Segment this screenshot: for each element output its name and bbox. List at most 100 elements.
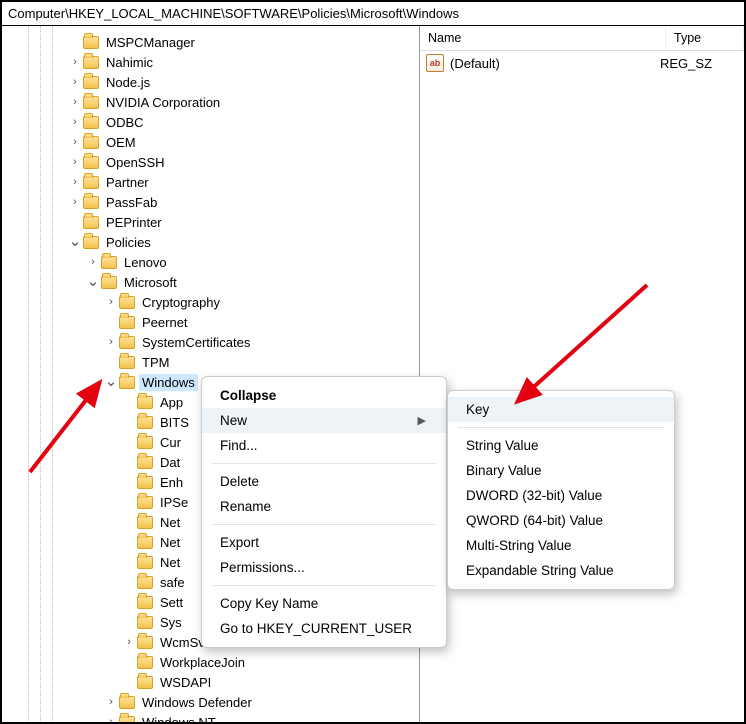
tree-node[interactable]: ⌄ Microsoft [2, 272, 419, 292]
tree-node-label[interactable]: SystemCertificates [139, 334, 253, 351]
chevron-right-icon[interactable]: › [104, 296, 118, 308]
tree-node-label[interactable]: Sett [157, 594, 186, 611]
ctx-goto-hkcu[interactable]: Go to HKEY_CURRENT_USER [202, 616, 446, 641]
tree-node-label[interactable]: Windows NT [139, 714, 219, 723]
chevron-right-icon[interactable]: › [68, 96, 82, 108]
tree-node-label[interactable]: BITS [157, 414, 192, 431]
list-header[interactable]: Name Type [420, 26, 744, 51]
tree-node-label[interactable]: OEM [103, 134, 139, 151]
chevron-down-icon[interactable]: ⌄ [68, 238, 82, 246]
ctx-new-binary[interactable]: Binary Value [448, 458, 674, 483]
list-row[interactable]: ab (Default) REG_SZ [420, 51, 744, 75]
chevron-right-icon[interactable]: › [68, 56, 82, 68]
tree-node-label[interactable]: WSDAPI [157, 674, 214, 691]
chevron-right-icon[interactable]: › [68, 176, 82, 188]
chevron-right-icon[interactable]: › [68, 156, 82, 168]
folder-icon [119, 316, 135, 329]
ctx-new-dword[interactable]: DWORD (32-bit) Value [448, 483, 674, 508]
tree-node-label[interactable]: Partner [103, 174, 152, 191]
tree-node-label[interactable]: IPSe [157, 494, 191, 511]
tree-node-label[interactable]: PassFab [103, 194, 160, 211]
tree-node-label[interactable]: Dat [157, 454, 183, 471]
ctx-find[interactable]: Find... [202, 433, 446, 458]
tree-node[interactable]: › Windows Defender [2, 692, 419, 712]
tree-node-label[interactable]: App [157, 394, 186, 411]
ctx-delete[interactable]: Delete [202, 469, 446, 494]
col-header-type[interactable]: Type [666, 26, 744, 50]
chevron-right-icon[interactable]: › [104, 696, 118, 708]
tree-node-label[interactable]: OpenSSH [103, 154, 168, 171]
chevron-right-icon[interactable]: › [68, 136, 82, 148]
context-menu[interactable]: Collapse New ▶ Find... Delete Rename Exp… [201, 376, 447, 648]
tree-node-label[interactable]: Net [157, 534, 183, 551]
address-bar[interactable]: Computer\HKEY_LOCAL_MACHINE\SOFTWARE\Pol… [2, 2, 744, 26]
tree-node[interactable]: WSDAPI [2, 672, 419, 692]
tree-node[interactable]: › Lenovo [2, 252, 419, 272]
context-submenu-new[interactable]: Key String Value Binary Value DWORD (32-… [447, 390, 675, 590]
tree-node-label[interactable]: Sys [157, 614, 185, 631]
ctx-copy-key-name[interactable]: Copy Key Name [202, 591, 446, 616]
tree-node-label[interactable]: ODBC [103, 114, 147, 131]
value-type: REG_SZ [660, 56, 738, 71]
ctx-new[interactable]: New ▶ [202, 408, 446, 433]
tree-node[interactable]: › OEM [2, 132, 419, 152]
folder-icon [83, 116, 99, 129]
tree-node-label[interactable]: Nahimic [103, 54, 156, 71]
col-header-name[interactable]: Name [420, 26, 666, 50]
ctx-new-key[interactable]: Key [448, 397, 674, 422]
tree-node-label[interactable]: Cryptography [139, 294, 223, 311]
tree-node-label[interactable]: Lenovo [121, 254, 170, 271]
tree-node[interactable]: › PassFab [2, 192, 419, 212]
tree-node[interactable]: › Windows NT [2, 712, 419, 722]
values-pane[interactable]: Name Type ab (Default) REG_SZ [420, 26, 744, 722]
chevron-down-icon[interactable]: ⌄ [86, 278, 100, 286]
chevron-right-icon[interactable]: › [104, 336, 118, 348]
tree-node-label[interactable]: WorkplaceJoin [157, 654, 248, 671]
tree-node-label[interactable]: NVIDIA Corporation [103, 94, 223, 111]
ctx-new-multi[interactable]: Multi-String Value [448, 533, 674, 558]
tree-node-label[interactable]: MSPCManager [103, 34, 198, 51]
tree-node[interactable]: ⌄ Policies [2, 232, 419, 252]
tree-node[interactable]: › Node.js [2, 72, 419, 92]
chevron-down-icon[interactable]: ⌄ [104, 378, 118, 386]
ctx-permissions[interactable]: Permissions... [202, 555, 446, 580]
tree-node[interactable]: › Nahimic [2, 52, 419, 72]
tree-node-label[interactable]: Enh [157, 474, 186, 491]
tree-node-label[interactable]: Cur [157, 434, 184, 451]
folder-icon [101, 256, 117, 269]
tree-node-label[interactable]: Net [157, 514, 183, 531]
tree-node-label[interactable]: TPM [139, 354, 172, 371]
tree-node[interactable]: MSPCManager [2, 32, 419, 52]
tree-node-label[interactable]: PEPrinter [103, 214, 165, 231]
ctx-collapse[interactable]: Collapse [202, 383, 446, 408]
chevron-right-icon[interactable]: › [122, 636, 136, 648]
tree-node[interactable]: › Partner [2, 172, 419, 192]
tree-node[interactable]: PEPrinter [2, 212, 419, 232]
tree-node-label[interactable]: Node.js [103, 74, 153, 91]
tree-node[interactable]: › ODBC [2, 112, 419, 132]
tree-node-label[interactable]: Peernet [139, 314, 191, 331]
chevron-right-icon[interactable]: › [86, 256, 100, 268]
ctx-export[interactable]: Export [202, 530, 446, 555]
ctx-new-qword[interactable]: QWORD (64-bit) Value [448, 508, 674, 533]
tree-node[interactable]: › SystemCertificates [2, 332, 419, 352]
tree-node-label[interactable]: Windows Defender [139, 694, 255, 711]
chevron-right-icon[interactable]: › [68, 196, 82, 208]
tree-node-label[interactable]: Microsoft [121, 274, 180, 291]
tree-node[interactable]: WorkplaceJoin [2, 652, 419, 672]
tree-node-label[interactable]: Windows [139, 374, 198, 391]
tree-node[interactable]: TPM [2, 352, 419, 372]
ctx-rename[interactable]: Rename [202, 494, 446, 519]
chevron-right-icon[interactable]: › [68, 116, 82, 128]
tree-node[interactable]: › OpenSSH [2, 152, 419, 172]
chevron-right-icon[interactable]: › [104, 716, 118, 722]
tree-node-label[interactable]: safe [157, 574, 188, 591]
ctx-new-string[interactable]: String Value [448, 433, 674, 458]
tree-node-label[interactable]: Policies [103, 234, 154, 251]
tree-node[interactable]: › NVIDIA Corporation [2, 92, 419, 112]
tree-node[interactable]: Peernet [2, 312, 419, 332]
ctx-new-expand[interactable]: Expandable String Value [448, 558, 674, 583]
tree-node[interactable]: › Cryptography [2, 292, 419, 312]
chevron-right-icon[interactable]: › [68, 76, 82, 88]
tree-node-label[interactable]: Net [157, 554, 183, 571]
